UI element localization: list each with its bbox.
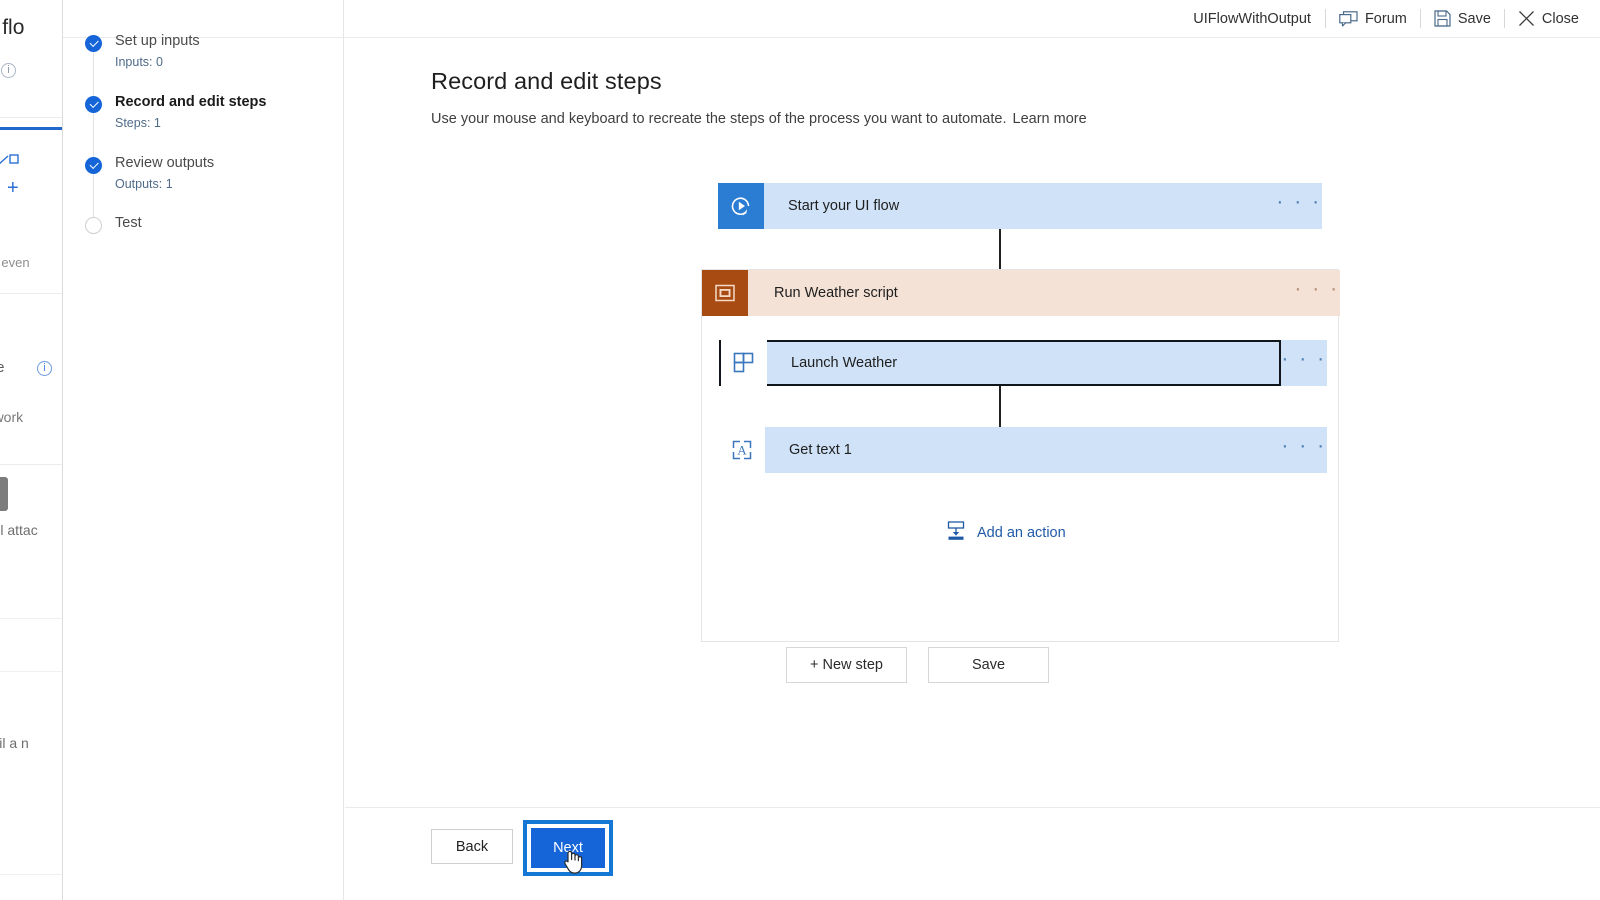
flow-canvas: Start your UI flow · · · Run Weather scr… (345, 39, 1600, 699)
step-title: Record and edit steps (115, 94, 267, 110)
forum-label: Forum (1364, 10, 1407, 27)
add-an-action-label: Add an action (977, 525, 1066, 541)
step-title: Test (115, 215, 142, 231)
flow-card-launch-weather[interactable]: Launch Weather (719, 340, 1281, 386)
main-content: Record and edit steps Use your mouse and… (345, 39, 1600, 900)
divider (0, 464, 65, 465)
plus-icon: + (7, 177, 19, 199)
flow-card-launch-weather-label: Launch Weather (791, 355, 898, 371)
step-complete-check-icon (85, 35, 102, 52)
floppy-disk-icon (1434, 10, 1451, 27)
flow-name-label: UIFlowWithOutput (1193, 10, 1311, 27)
insert-action-icon (945, 521, 967, 545)
flow-card-scope[interactable]: Run Weather script · · · (702, 270, 1340, 316)
new-step-button[interactable]: + New step (786, 647, 907, 683)
flow-card-get-text[interactable]: A Get text 1 · · · (719, 427, 1327, 473)
divider (0, 117, 65, 118)
background-page: ake a flo i + gnated even blate i te wor… (0, 0, 66, 900)
step-subtitle: Steps: 1 (115, 116, 161, 130)
step-pending-circle-icon (85, 217, 102, 234)
ui-flow-wizard-dialog: UIFlowWithOutput Forum Save Close Set up… (62, 0, 1600, 900)
app-window-layout-icon (721, 340, 767, 386)
save-button[interactable]: Save (1421, 0, 1504, 37)
background-page-title: ake a flo (0, 16, 25, 39)
background-text-1: gnated even (0, 255, 30, 270)
close-x-icon (1518, 10, 1535, 27)
save-flow-button[interactable]: Save (928, 647, 1049, 683)
add-an-action-button[interactable]: Add an action (945, 521, 1066, 545)
divider (0, 293, 65, 294)
step-subtitle: Outputs: 1 (115, 177, 173, 191)
flow-scope-container: Run Weather script · · · Launch Weather … (701, 269, 1340, 642)
next-button-focus-ring: Next (523, 820, 613, 876)
divider (0, 671, 65, 672)
header-actions: UIFlowWithOutput Forum Save Close (1180, 0, 1592, 37)
flow-card-trigger[interactable]: Start your UI flow · · · (718, 183, 1322, 229)
flow-card-get-text-menu-button[interactable]: · · · (1281, 427, 1327, 473)
step-title: Review outputs (115, 155, 215, 171)
divider (0, 618, 65, 619)
dialog-footer: Back Next (345, 807, 1600, 900)
flow-card-launch-weather-menu-button[interactable]: · · · (1281, 340, 1327, 386)
info-icon: i (37, 361, 52, 376)
close-button[interactable]: Close (1505, 0, 1592, 37)
rail-connector (93, 50, 94, 98)
wizard-step-rail: Set up inputs Inputs: 0 Record and edit … (63, 0, 344, 900)
window-icon (702, 270, 748, 316)
flow-card-trigger-label: Start your UI flow (788, 198, 900, 214)
background-text-4: email attac (0, 522, 38, 538)
flow-card-scope-label: Run Weather script (774, 285, 898, 301)
background-thumbnail (0, 477, 8, 511)
next-button[interactable]: Next (531, 828, 605, 868)
flow-card-trigger-menu-button[interactable]: · · · (1276, 183, 1322, 229)
flow-card-get-text-label: Get text 1 (789, 442, 852, 458)
background-text-2: blate (0, 359, 5, 376)
flow-action-buttons: + New step Save (786, 647, 1049, 683)
flow-card-scope-menu-button[interactable]: · · · (1294, 270, 1340, 316)
background-text-3: te work (0, 409, 24, 425)
rail-connector (93, 111, 94, 159)
flow-shape-icon (0, 153, 20, 173)
step-complete-check-icon (85, 96, 102, 113)
step-title: Set up inputs (115, 33, 200, 49)
step-subtitle: Inputs: 0 (115, 55, 163, 69)
info-icon: i (1, 63, 16, 78)
rail-connector (93, 172, 94, 220)
forum-button[interactable]: Forum (1326, 0, 1420, 37)
divider (0, 874, 65, 875)
back-button[interactable]: Back (431, 829, 513, 864)
close-label: Close (1541, 10, 1579, 27)
background-text-5: email a n (0, 735, 29, 751)
flow-scope-body: Launch Weather · · · A Get text 1 · · · … (702, 316, 1338, 641)
chat-bubble-icon (1339, 10, 1358, 27)
active-tab-indicator (0, 127, 65, 130)
play-refresh-icon (718, 183, 764, 229)
svg-text:A: A (737, 443, 747, 458)
step-complete-check-icon (85, 157, 102, 174)
save-label: Save (1457, 10, 1491, 27)
text-extract-icon: A (719, 427, 765, 473)
